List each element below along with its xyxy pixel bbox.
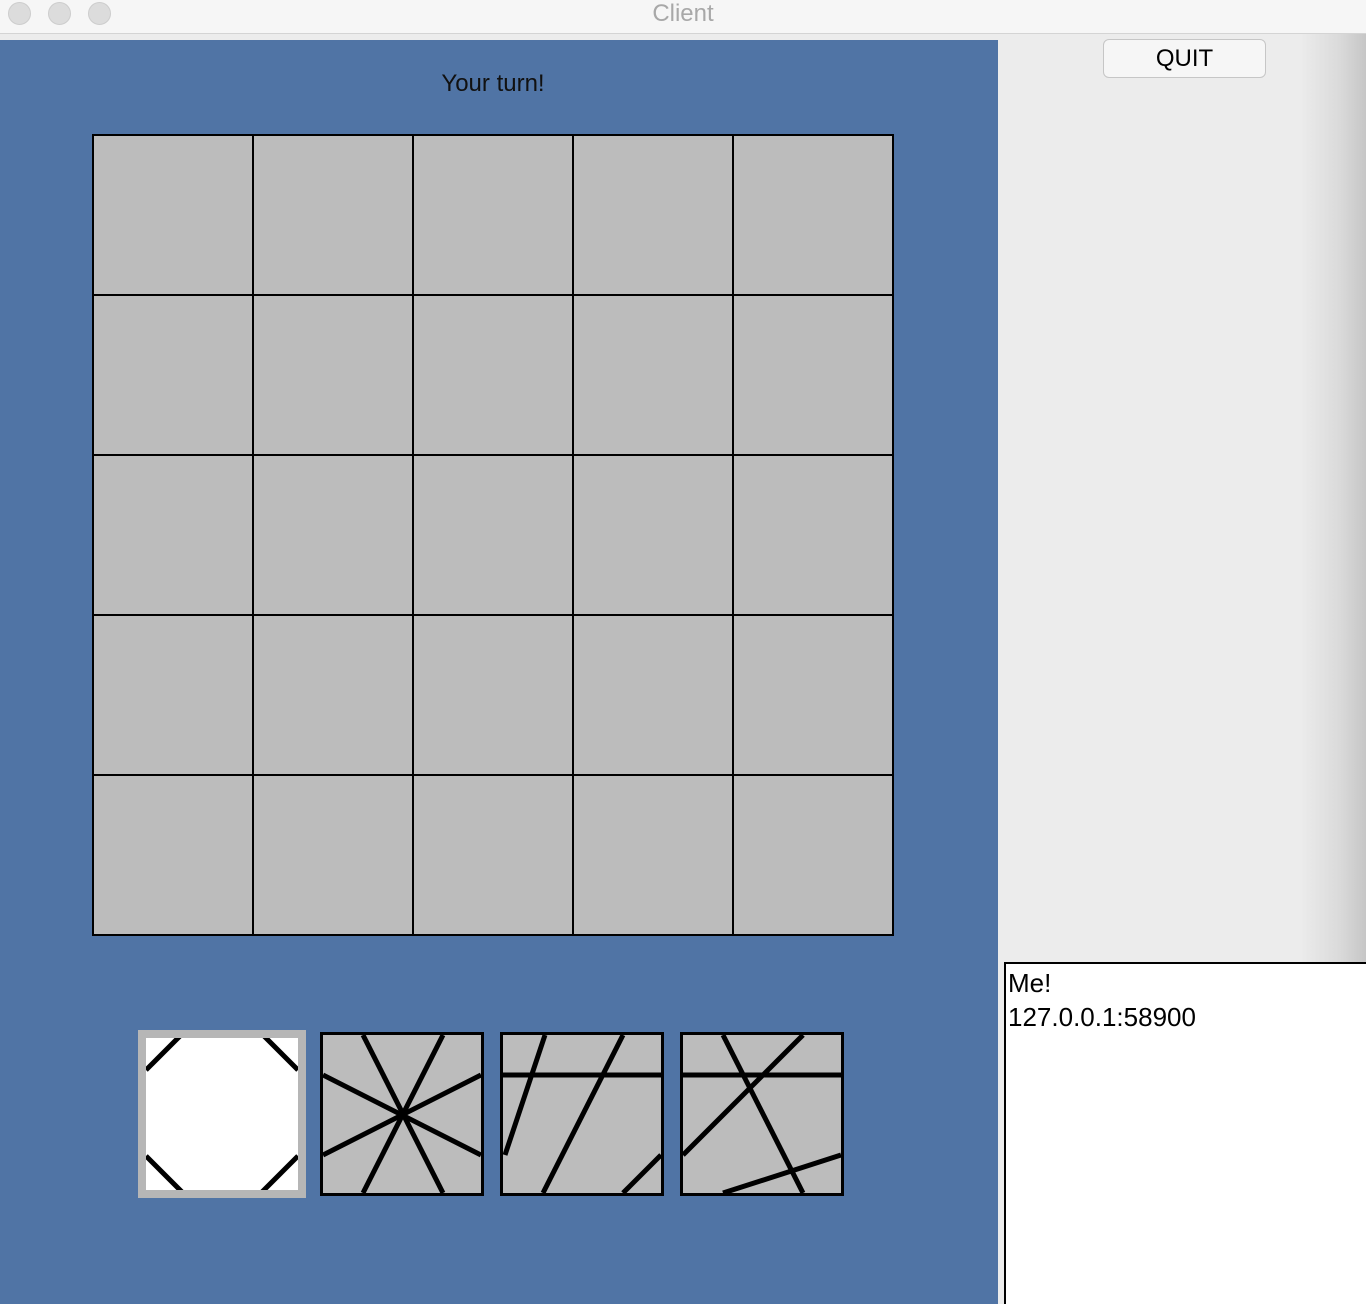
board-cell[interactable] xyxy=(574,136,732,294)
board-cell[interactable] xyxy=(734,776,892,934)
board-cell[interactable] xyxy=(94,456,252,614)
board-cell[interactable] xyxy=(94,776,252,934)
board-cell[interactable] xyxy=(734,616,892,774)
board-cell[interactable] xyxy=(254,616,412,774)
board-cell[interactable] xyxy=(254,456,412,614)
board-cell[interactable] xyxy=(414,296,572,454)
board-cell[interactable] xyxy=(94,136,252,294)
board-cell[interactable] xyxy=(574,616,732,774)
quit-button[interactable]: QUIT xyxy=(1103,39,1266,78)
board-cell[interactable] xyxy=(254,136,412,294)
board-cell[interactable] xyxy=(254,776,412,934)
board-cell[interactable] xyxy=(574,456,732,614)
corner-cuts-icon xyxy=(146,1038,298,1190)
board-cell[interactable] xyxy=(414,136,572,294)
crossed-lines-icon xyxy=(683,1035,841,1193)
slanted-lines-icon xyxy=(503,1035,661,1193)
window-title: Client xyxy=(652,0,714,27)
board-cell[interactable] xyxy=(734,136,892,294)
hand-tile-4[interactable] xyxy=(680,1032,844,1196)
turn-status: Your turn! xyxy=(441,70,545,97)
board-cell[interactable] xyxy=(414,456,572,614)
star-lines-icon xyxy=(323,1035,481,1193)
hand-tile-2[interactable] xyxy=(320,1032,484,1196)
board-cell[interactable] xyxy=(414,776,572,934)
game-panel: Your turn! xyxy=(0,40,998,1304)
board-cell[interactable] xyxy=(94,616,252,774)
board-cell[interactable] xyxy=(574,296,732,454)
board-cell[interactable] xyxy=(734,456,892,614)
board-cell[interactable] xyxy=(94,296,252,454)
title-bar: Client xyxy=(0,0,1366,34)
board-cell[interactable] xyxy=(574,776,732,934)
board-cell[interactable] xyxy=(734,296,892,454)
game-board xyxy=(92,134,894,936)
log-line: Me! xyxy=(1008,968,1052,998)
log-line: 127.0.0.1:58900 xyxy=(1008,1002,1196,1032)
player-log: Me! 127.0.0.1:58900 xyxy=(1004,962,1366,1304)
hand-tile-1[interactable] xyxy=(138,1030,306,1198)
board-cell[interactable] xyxy=(254,296,412,454)
hand-tile-3[interactable] xyxy=(500,1032,664,1196)
board-cell[interactable] xyxy=(414,616,572,774)
